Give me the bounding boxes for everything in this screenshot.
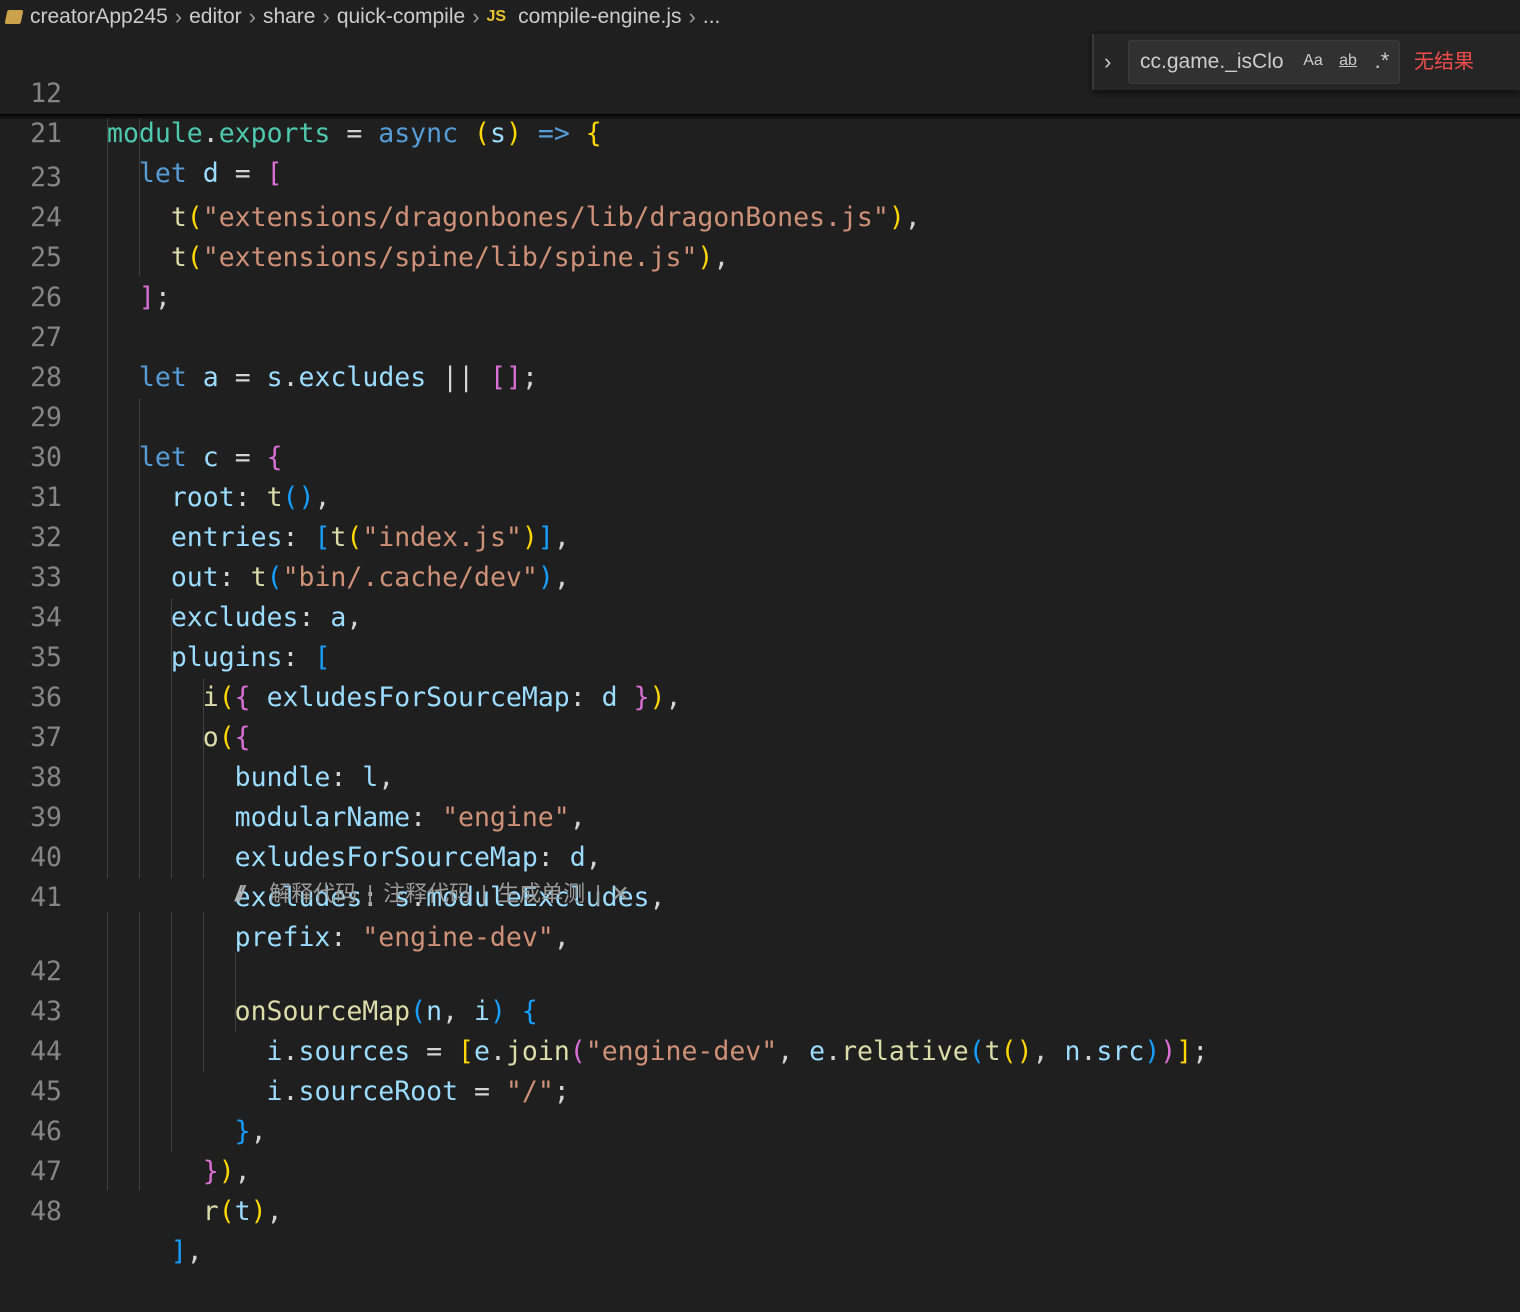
breadcrumb-item[interactable]: quick-compile <box>337 5 465 29</box>
sticky-scroll-shadow <box>0 114 1520 120</box>
code-editor[interactable]: 23 t("extensions/dragonbones/lib/dragonB… <box>0 0 1520 1267</box>
close-icon[interactable]: ✕ <box>611 881 629 906</box>
chevron-right-icon: › <box>248 4 256 29</box>
folder-icon <box>4 10 24 24</box>
code-line: 38 modularName: "engine", <box>0 718 1520 833</box>
line-number: 48 <box>30 1196 62 1227</box>
generate-unit-test-action[interactable]: 生成单测 <box>497 881 585 906</box>
code-line: 37 bundle: l, <box>0 678 1520 793</box>
code-line: 41 prefix: "engine-dev", <box>0 838 1520 953</box>
codelens-separator: | <box>367 881 373 906</box>
code-line: 28 <box>0 318 1520 393</box>
code-line: 27 let a = s.excludes || []; <box>0 278 1520 393</box>
breadcrumb-file[interactable]: compile-engine.js <box>518 5 681 29</box>
line-number: 21 <box>30 118 62 149</box>
code-line: 31 entries: [t("index.js")], <box>0 438 1520 553</box>
breadcrumb-symbol[interactable]: ... <box>703 5 721 29</box>
comment-code-action[interactable]: 注释代码 <box>383 881 471 906</box>
code-line: 29 let c = { <box>0 358 1520 473</box>
explain-code-action[interactable]: 解释代码 <box>269 881 357 906</box>
code-line: 32 out: t("bin/.cache/dev"), <box>0 478 1520 593</box>
code-line: 36 o({ <box>0 638 1520 753</box>
ai-assistant-icon: // <box>235 881 244 906</box>
code-line: 35 i({ exludesForSourceMap: d }), <box>0 598 1520 713</box>
breadcrumb-item[interactable]: editor <box>189 5 242 29</box>
code-line: 42 onSourceMap(n, i) { <box>0 912 1520 1027</box>
find-widget: › Aa ab .* 无结果 <box>1092 34 1520 90</box>
codelens-separator: | <box>595 881 601 906</box>
code-text: module.exports = async (s) => { <box>107 118 602 149</box>
code-text: ], <box>170 1236 203 1267</box>
whole-word-toggle[interactable]: ab <box>1333 46 1363 76</box>
regex-toggle[interactable]: .* <box>1369 46 1395 76</box>
chevron-right-icon: › <box>688 4 696 29</box>
toggle-replace-chevron-icon[interactable]: › <box>1104 48 1124 76</box>
code-line: 34 plugins: [ <box>0 558 1520 673</box>
codelens-bar: // 解释代码 | 注释代码 | 生成单测 | ✕ <box>235 876 630 912</box>
code-line: 33 excludes: a, <box>0 518 1520 633</box>
code-line: 46 }), <box>0 1072 1520 1187</box>
code-line: 47 r(t), <box>0 1112 1520 1227</box>
breadcrumb-item[interactable]: creatorApp245 <box>30 5 168 29</box>
code-line: 39 exludesForSourceMap: d, <box>0 758 1520 873</box>
breadcrumb: creatorApp245 › editor › share › quick-c… <box>0 0 1520 34</box>
breadcrumb-item[interactable]: share <box>263 5 316 29</box>
chevron-right-icon: › <box>322 4 330 29</box>
code-line: 25 ]; <box>0 198 1520 313</box>
chevron-right-icon: › <box>174 4 183 29</box>
code-line: 40 excludes: s.moduleExcludes, <box>0 798 1520 913</box>
match-case-toggle[interactable]: Aa <box>1300 46 1326 76</box>
code-line: 30 root: t(), <box>0 398 1520 513</box>
javascript-file-icon: JS <box>486 8 507 25</box>
code-text: r(t), <box>202 1196 283 1227</box>
code-line: 44 i.sourceRoot = "/"; <box>0 992 1520 1107</box>
code-line: 45 }, <box>0 1032 1520 1147</box>
code-line: 26 <box>0 238 1520 313</box>
find-result-text: 无结果 <box>1414 51 1474 73</box>
code-text: let d = [ <box>138 158 283 189</box>
code-line: 48 ], <box>0 1152 1520 1267</box>
code-line: 43 i.sources = [e.join("engine-dev", e.r… <box>0 952 1520 1067</box>
codelens-separator: | <box>481 881 487 906</box>
chevron-right-icon: › <box>472 4 480 29</box>
